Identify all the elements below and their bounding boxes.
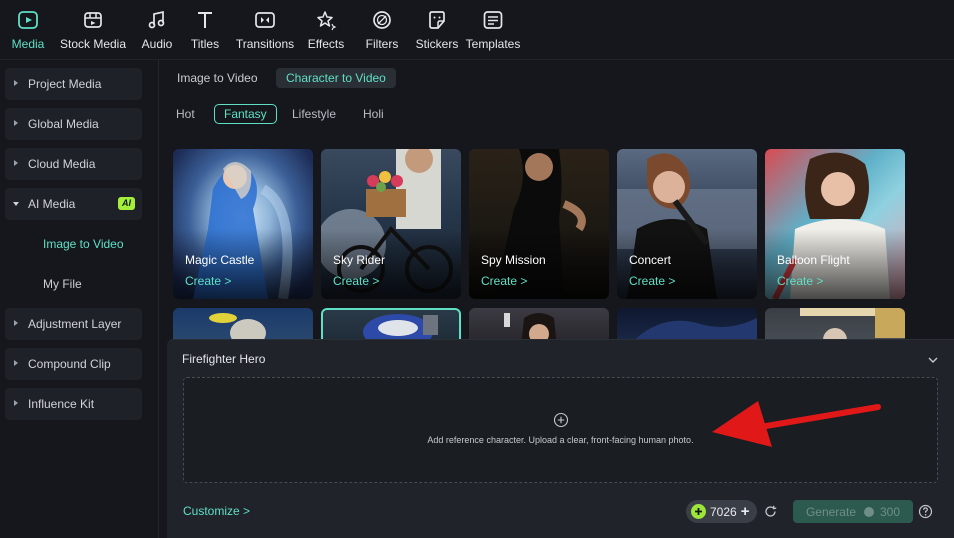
customize-link[interactable]: Customize > <box>183 504 250 518</box>
toolbar-label: Effects <box>307 37 345 51</box>
card-create-link[interactable]: Create > <box>629 274 675 288</box>
toolbar-stock-media[interactable]: Stock Media <box>52 0 134 60</box>
sidebar-item-global-media[interactable]: Global Media <box>5 108 142 140</box>
category-tab-lifestyle[interactable]: Lifestyle <box>283 104 345 124</box>
text-t-icon <box>198 12 212 28</box>
media-icon <box>18 11 38 29</box>
red-arrow-annotation <box>712 401 881 447</box>
filters-icon <box>373 11 391 29</box>
sticker-icon <box>429 11 445 29</box>
card-title: Concert <box>629 253 672 267</box>
tab-character-to-video[interactable]: Character to Video <box>276 68 396 88</box>
sidebar-item-label: Global Media <box>28 117 99 131</box>
top-toolbar: Media Stock Media Audio Titles Transitio… <box>0 0 954 60</box>
generate-cost: 300 <box>880 504 901 519</box>
category-tab-holi[interactable]: Holi <box>354 104 393 124</box>
sidebar-item-my-file[interactable]: My File <box>5 268 142 300</box>
toolbar-label: Stickers <box>415 37 459 51</box>
category-tab-hot[interactable]: Hot <box>167 104 204 124</box>
sidebar-item-compound-clip[interactable]: Compound Clip <box>5 348 142 380</box>
add-credits-icon[interactable]: + <box>741 504 750 519</box>
chevron-down-icon <box>13 202 19 206</box>
toolbar-transitions[interactable]: Transitions <box>230 0 300 60</box>
help-icon[interactable] <box>918 504 933 519</box>
toolbar-label: Transitions <box>235 37 295 51</box>
sidebar-item-adjustment-layer[interactable]: Adjustment Layer <box>5 308 142 340</box>
sidebar-item-label: Compound Clip <box>28 357 111 371</box>
toolbar-label: Stock Media <box>59 37 127 51</box>
chevron-right-icon <box>14 320 18 326</box>
templates-icon <box>483 11 503 29</box>
card-create-link[interactable]: Create > <box>333 274 379 288</box>
template-card-balloon-flight[interactable]: Balloon Flight Create > <box>765 149 905 299</box>
card-title: Balloon Flight <box>777 253 850 267</box>
toolbar-filters[interactable]: Filters <box>352 0 412 60</box>
toolbar-stickers[interactable]: Stickers <box>412 0 462 60</box>
card-title: Spy Mission <box>481 253 546 267</box>
toolbar-titles[interactable]: Titles <box>180 0 230 60</box>
media-sidebar: Project Media Global Media Cloud Media A… <box>0 60 158 538</box>
music-note-icon <box>148 10 165 29</box>
ai-badge: AI <box>118 197 135 210</box>
app-window: Media Stock Media Audio Titles Transitio… <box>0 0 954 538</box>
card-title: Sky Rider <box>333 253 386 267</box>
toolbar-label: Audio <box>141 37 173 51</box>
template-card-magic-castle[interactable]: Magic Castle Create > <box>173 149 313 299</box>
toolbar-templates[interactable]: Templates <box>462 0 524 60</box>
chevron-right-icon <box>14 160 18 166</box>
transitions-icon <box>255 12 275 28</box>
chevron-right-icon <box>14 120 18 126</box>
sparkle-star-icon <box>317 11 337 31</box>
sidebar-item-cloud-media[interactable]: Cloud Media <box>5 148 142 180</box>
sidebar-item-label: Adjustment Layer <box>28 317 122 331</box>
sidebar-item-label: My File <box>43 277 82 291</box>
card-title: Magic Castle <box>185 253 255 267</box>
sidebar-item-image-to-video[interactable]: Image to Video <box>5 228 142 260</box>
sidebar-item-label: Image to Video <box>43 237 124 251</box>
credit-coin-icon <box>691 504 706 519</box>
toolbar-label: Titles <box>190 37 220 51</box>
card-create-link[interactable]: Create > <box>185 274 231 288</box>
sidebar-item-label: AI Media <box>28 197 76 211</box>
toolbar-audio[interactable]: Audio <box>134 0 180 60</box>
card-create-link[interactable]: Create > <box>777 274 823 288</box>
template-card-spy-mission[interactable]: Spy Mission Create > <box>469 149 609 299</box>
tab-image-to-video[interactable]: Image to Video <box>167 68 268 88</box>
chevron-right-icon <box>14 400 18 406</box>
sidebar-item-ai-media[interactable]: AI Media AI <box>5 188 142 220</box>
credits-value: 7026 <box>710 504 737 519</box>
chevron-right-icon <box>14 360 18 366</box>
category-tab-fantasy[interactable]: Fantasy <box>214 104 277 124</box>
stock-media-icon <box>84 12 102 28</box>
sidebar-item-label: Influence Kit <box>28 397 95 411</box>
template-card-sky-rider[interactable]: Sky Rider Create > <box>321 149 461 299</box>
template-card-concert[interactable]: Concert Create > <box>617 149 757 299</box>
sidebar-item-project-media[interactable]: Project Media <box>5 68 142 100</box>
chevron-right-icon <box>14 80 18 86</box>
card-create-link[interactable]: Create > <box>481 274 527 288</box>
panel-title: Firefighter Hero <box>182 352 266 366</box>
toolbar-media[interactable]: Media <box>4 0 52 60</box>
credit-coin-icon <box>864 506 874 517</box>
generate-label: Generate <box>805 504 856 519</box>
plus-circle-icon <box>553 412 569 428</box>
toolbar-label: Media <box>11 37 45 51</box>
toolbar-label: Templates <box>465 37 521 51</box>
sidebar-item-influence-kit[interactable]: Influence Kit <box>5 388 142 420</box>
sidebar-divider <box>158 60 159 538</box>
sidebar-item-label: Cloud Media <box>28 157 96 171</box>
credits-balance[interactable]: 7026 + <box>686 500 757 523</box>
generate-button[interactable]: Generate 300 <box>793 500 913 523</box>
refresh-icon[interactable] <box>763 504 778 519</box>
toolbar-effects[interactable]: Effects <box>300 0 352 60</box>
toolbar-label: Filters <box>365 37 399 51</box>
chevron-down-icon[interactable] <box>925 352 941 368</box>
sidebar-item-label: Project Media <box>28 77 102 91</box>
